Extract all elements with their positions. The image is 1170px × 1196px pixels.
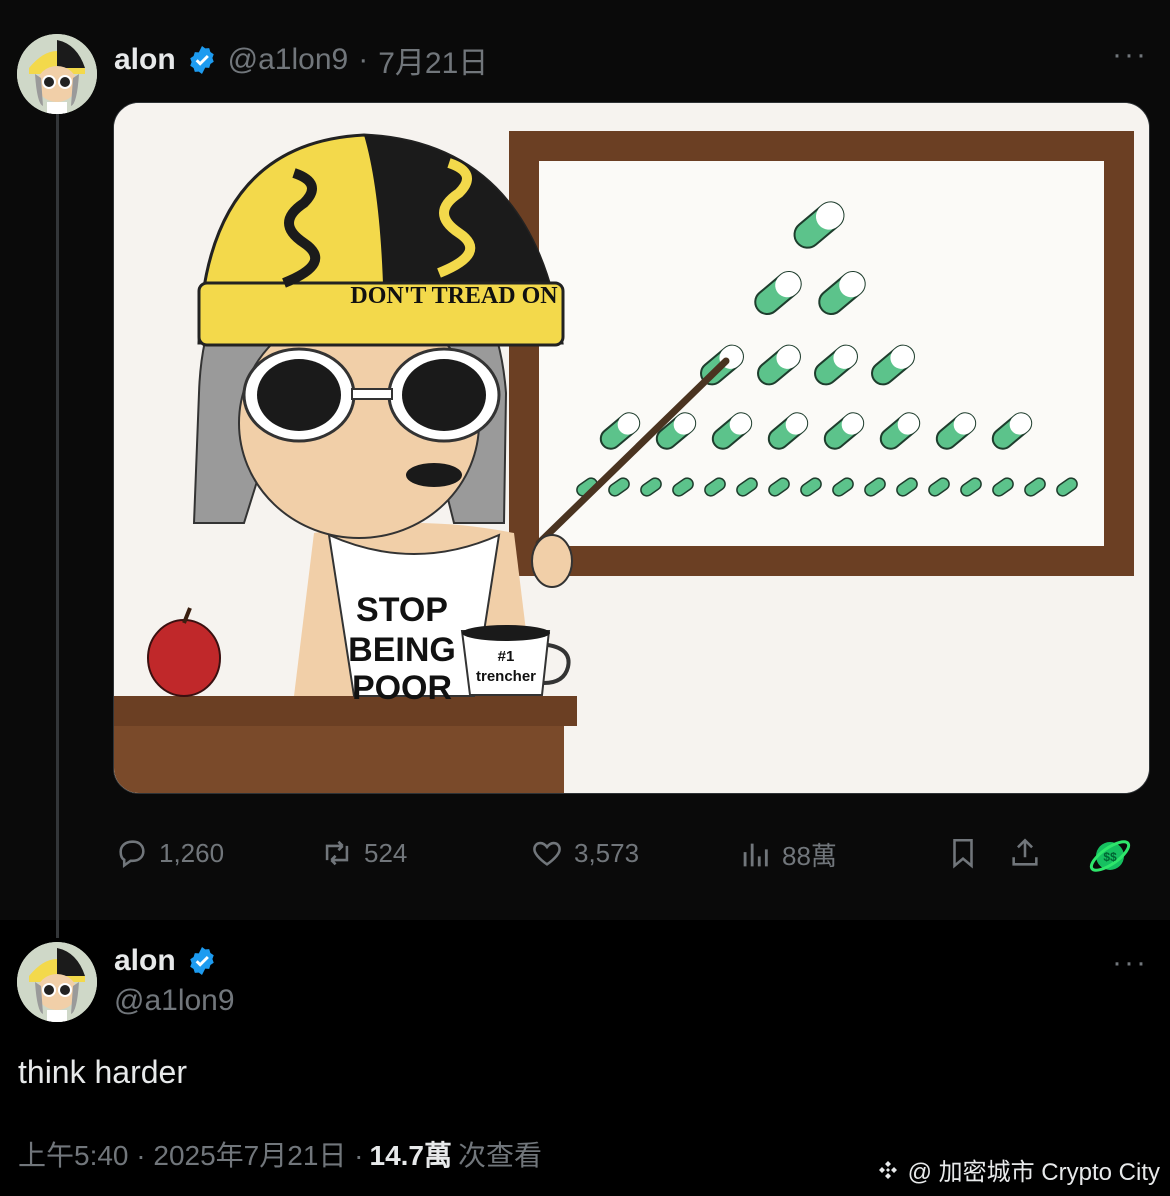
repost-button[interactable]: 524 xyxy=(320,836,407,870)
shirt-text-3: POOR xyxy=(352,669,452,707)
binance-logo-icon xyxy=(878,1160,897,1179)
hat-text: DON'T TREAD ON xyxy=(350,283,558,309)
repost-icon xyxy=(325,840,349,866)
repost-count: 524 xyxy=(364,837,408,868)
tweet-header: alon @a1lon9 · 7月21日 xyxy=(114,38,488,82)
verified-icon xyxy=(189,46,214,74)
hand xyxy=(531,534,573,588)
share-icon xyxy=(1012,838,1038,866)
like-icon xyxy=(533,841,561,866)
mouth xyxy=(406,463,462,487)
thread-connector-line xyxy=(56,112,59,938)
reply-views-count: 14.7萬 xyxy=(369,1140,453,1171)
svg-text:$$: $$ xyxy=(1103,850,1117,864)
shirt-text-2: BEING xyxy=(348,631,456,669)
desk-top xyxy=(114,696,577,726)
reply-author-name[interactable]: alon xyxy=(114,944,176,978)
bookmark-button[interactable] xyxy=(946,836,980,870)
mug-text-1: #1 xyxy=(498,648,515,665)
views-icon xyxy=(743,843,768,866)
reply-button[interactable]: 1,260 xyxy=(115,836,224,870)
separator-dot: · xyxy=(358,43,369,76)
tweet-date[interactable]: 7月21日 xyxy=(378,38,488,82)
mug-text-2: trencher xyxy=(476,668,536,685)
tweet-media-image[interactable]: STOP BEING POOR DON'T TREAD ON #1 trench… xyxy=(113,102,1150,794)
reply-author-line: alon xyxy=(114,944,218,978)
author-handle[interactable]: @a1lon9 xyxy=(228,43,349,77)
like-count: 3,573 xyxy=(574,837,640,868)
more-options-icon[interactable]: ··· xyxy=(1112,38,1148,72)
views-count: 88萬 xyxy=(782,841,837,871)
reply-meta: 上午5:40 · 2025年7月21日 · 14.7萬 次查看 xyxy=(18,1134,542,1174)
reply-text: think harder xyxy=(18,1054,187,1090)
bookmark-icon xyxy=(953,838,973,869)
grok-button[interactable]: $$ xyxy=(1086,832,1134,880)
share-button[interactable] xyxy=(1008,836,1042,870)
views-button[interactable]: 88萬 xyxy=(738,836,837,873)
reply-author-handle[interactable]: @a1lon9 xyxy=(114,984,235,1018)
reply-views-label: 次查看 xyxy=(458,1140,543,1171)
reply-more-options-icon[interactable]: ··· xyxy=(1112,946,1148,980)
author-name[interactable]: alon xyxy=(114,43,176,77)
tweet-action-bar: 1,260 524 3,573 88萬 $$ xyxy=(0,836,1170,886)
reply-author-avatar[interactable] xyxy=(17,942,97,1022)
watermark-text: @ 加密城市 Crypto City xyxy=(907,1159,1160,1186)
reply-timestamp[interactable]: 上午5:40 · 2025年7月21日 · xyxy=(18,1134,364,1174)
reply-count: 1,260 xyxy=(159,837,225,868)
verified-icon xyxy=(189,947,214,975)
grok-icon: $$ xyxy=(1089,840,1131,872)
author-avatar[interactable] xyxy=(17,34,97,114)
like-button[interactable]: 3,573 xyxy=(530,836,639,870)
watermark: @ 加密城市 Crypto City xyxy=(876,1152,1160,1187)
shirt-text-1: STOP xyxy=(356,591,448,629)
reply-icon xyxy=(119,840,145,868)
apple xyxy=(147,619,221,697)
desk-front xyxy=(114,726,564,793)
